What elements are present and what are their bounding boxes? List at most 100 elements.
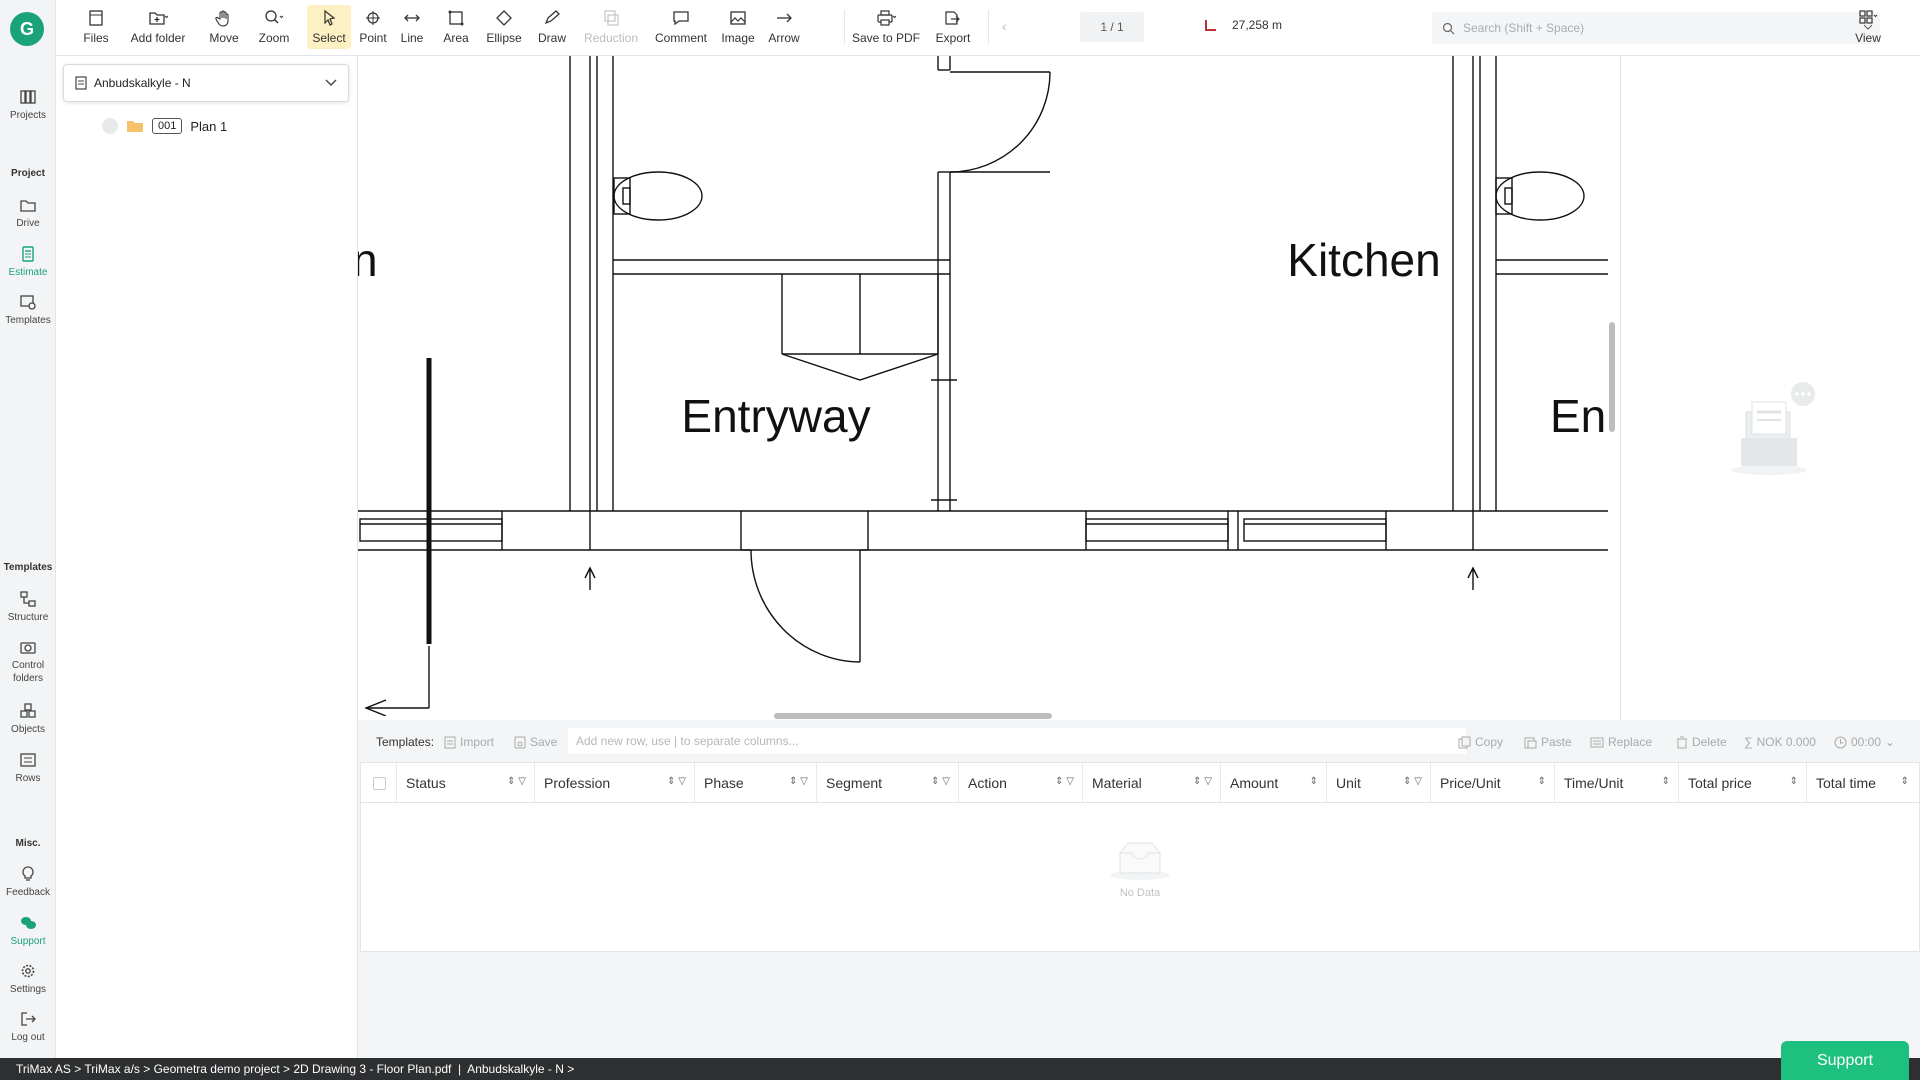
search-box[interactable] — [1432, 12, 1880, 44]
empty-inbox-illustration — [1731, 382, 1815, 475]
save-template-button[interactable]: Save — [514, 735, 557, 749]
nav-projects[interactable]: Projects — [0, 88, 56, 122]
reduction-button[interactable]: Reduction — [580, 5, 642, 49]
nav-drive[interactable]: Drive — [0, 196, 56, 230]
next-page-button[interactable]: › — [1102, 18, 1107, 34]
sort-filter-icons[interactable]: ⇕ ▽ — [667, 776, 686, 787]
add-folder-label: Add folder — [130, 31, 186, 45]
column-header-label: Phase — [704, 775, 744, 791]
zoom-label: Zoom — [258, 31, 290, 45]
zoom-button[interactable]: Zoom — [250, 5, 298, 49]
column-header-label: Profession — [544, 775, 611, 791]
select-all-checkbox[interactable] — [361, 763, 397, 803]
line-button[interactable]: Line — [392, 5, 432, 49]
column-header[interactable]: Price/Unit ⇕ — [1431, 763, 1555, 803]
measurement-value: 27,258 m — [1232, 18, 1283, 32]
point-button[interactable]: Point — [353, 5, 393, 49]
column-header[interactable]: Material ⇕ ▽ — [1083, 763, 1221, 803]
nav-rows-label: Rows — [15, 773, 41, 784]
nav-estimate[interactable]: Estimate — [0, 245, 56, 279]
estimate-table: Status ⇕ ▽ Profession ⇕ ▽ Phase ⇕ ▽ Segment… — [360, 762, 1920, 952]
breadcrumb[interactable]: TriMax AS > TriMax a/s > Geometra demo p… — [16, 1062, 574, 1076]
sort-filter-icons[interactable]: ⇕ ▽ — [1193, 776, 1212, 787]
column-header-label: Time/Unit — [1564, 775, 1624, 791]
horizontal-scroll-thumb[interactable] — [774, 713, 1052, 719]
table-header: Status ⇕ ▽ Profession ⇕ ▽ Phase ⇕ ▽ Segment… — [361, 763, 1919, 803]
sort-icon[interactable]: ⇕ — [1901, 776, 1909, 787]
nav-rows[interactable]: Rows — [0, 751, 56, 785]
visibility-toggle[interactable] — [102, 118, 118, 134]
total-time-summary[interactable]: 00:00 ⌄ — [1834, 735, 1895, 749]
estimate-selector[interactable]: Anbudskalkyle - N — [63, 64, 349, 102]
sort-filter-icons[interactable]: ⇕ ▽ — [789, 776, 808, 787]
sort-icon[interactable]: ⇕ — [1538, 776, 1546, 787]
column-header[interactable]: Status ⇕ ▽ — [397, 763, 535, 803]
sort-filter-icons[interactable]: ⇕ ▽ — [1403, 776, 1422, 787]
nav-control-folders[interactable]: Control folders — [0, 638, 56, 685]
rows-icon — [20, 753, 36, 767]
sort-filter-icons[interactable]: ⇕ ▽ — [1055, 776, 1074, 787]
delete-button[interactable]: Delete — [1676, 735, 1727, 749]
ellipse-button[interactable]: Ellipse — [480, 5, 528, 49]
nav-structure[interactable]: Structure — [0, 590, 56, 624]
save-pdf-button[interactable]: Save to PDF — [848, 5, 924, 49]
move-button[interactable]: Move — [204, 5, 244, 49]
column-header-label: Material — [1092, 775, 1142, 791]
column-header[interactable]: Action ⇕ ▽ — [959, 763, 1083, 803]
column-header[interactable]: Amount ⇕ — [1221, 763, 1327, 803]
nav-templates[interactable]: Templates — [0, 293, 56, 327]
column-header[interactable]: Unit ⇕ ▽ — [1327, 763, 1431, 803]
sort-filter-icons[interactable]: ⇕ ▽ — [931, 776, 950, 787]
floor-plan[interactable]: Kitchen Entryway En n — [358, 56, 1608, 716]
nav-support[interactable]: Support — [0, 914, 56, 948]
image-button[interactable]: Image — [716, 5, 760, 49]
drawing-canvas[interactable]: Kitchen Entryway En n — [358, 56, 1608, 716]
vertical-scroll-thumb[interactable] — [1609, 322, 1615, 432]
clock-icon — [1834, 736, 1847, 748]
app-logo[interactable]: G — [10, 12, 44, 46]
nav-control-label-2: folders — [12, 673, 43, 684]
add-folder-button[interactable]: Add folder — [124, 5, 192, 49]
import-button[interactable]: Import — [444, 735, 494, 749]
sort-icon[interactable]: ⇕ — [1662, 776, 1670, 787]
nav-feedback[interactable]: Feedback — [0, 865, 56, 899]
image-icon — [730, 11, 746, 25]
search-input[interactable] — [1463, 21, 1858, 35]
empty-box-icon — [1110, 842, 1170, 880]
copy-button[interactable]: Copy — [1458, 735, 1503, 749]
column-header[interactable]: Segment ⇕ ▽ — [817, 763, 959, 803]
paste-button[interactable]: Paste — [1524, 735, 1572, 749]
column-header[interactable]: Profession ⇕ ▽ — [535, 763, 695, 803]
draw-button[interactable]: Draw — [532, 5, 572, 49]
support-button[interactable]: Support — [1781, 1041, 1909, 1080]
column-header-label: Segment — [826, 775, 883, 791]
replace-button[interactable]: Replace — [1590, 735, 1652, 749]
projects-icon — [20, 90, 36, 104]
nav-settings[interactable]: Settings — [0, 962, 56, 996]
add-row-input[interactable] — [568, 728, 1466, 754]
sort-icon[interactable]: ⇕ — [1310, 776, 1318, 787]
column-header[interactable]: Total time ⇕ — [1807, 763, 1917, 803]
column-header[interactable]: Time/Unit ⇕ — [1555, 763, 1679, 803]
select-button[interactable]: Select — [307, 5, 351, 49]
nav-objects[interactable]: Objects — [0, 702, 56, 736]
files-button[interactable]: Files — [76, 5, 116, 49]
comment-button[interactable]: Comment — [650, 5, 712, 49]
logout-icon — [21, 1012, 36, 1026]
sort-icon[interactable]: ⇕ — [1790, 776, 1798, 787]
horizontal-scrollbar[interactable] — [358, 712, 1608, 720]
area-button[interactable]: Area — [436, 5, 476, 49]
total-time-value: 00:00 — [1851, 735, 1882, 749]
paste-label: Paste — [1541, 735, 1572, 749]
view-button[interactable]: View — [1844, 5, 1892, 49]
arrow-button[interactable]: Arrow — [762, 5, 806, 49]
column-header[interactable]: Total price ⇕ — [1679, 763, 1807, 803]
nav-logout[interactable]: Log out — [0, 1010, 56, 1044]
measurement-readout: 27,258 m — [1204, 18, 1282, 32]
export-button[interactable]: Export — [930, 5, 976, 49]
tree-item-plan[interactable]: 001 Plan 1 — [102, 118, 227, 134]
sort-filter-icons[interactable]: ⇕ ▽ — [507, 776, 526, 787]
column-header[interactable]: Phase ⇕ ▽ — [695, 763, 817, 803]
prev-page-button[interactable]: ‹ — [1002, 18, 1007, 34]
structure-icon — [20, 591, 36, 607]
